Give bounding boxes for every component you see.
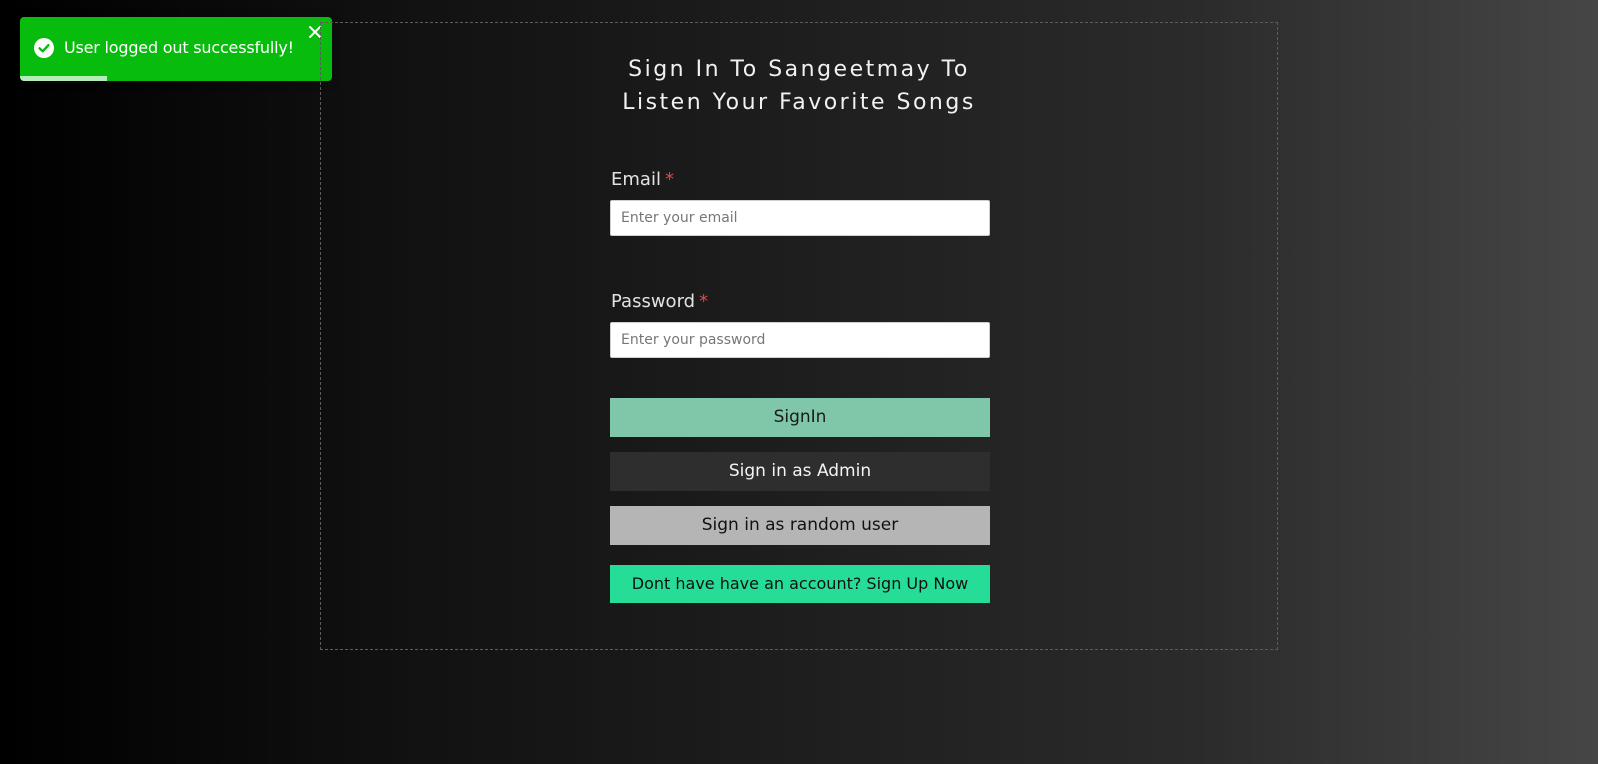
page-title-line-2: Listen Your Favorite Songs	[622, 90, 976, 115]
password-input[interactable]	[610, 322, 990, 358]
password-field-group: Password *	[610, 290, 990, 358]
check-circle-icon	[34, 38, 54, 58]
signup-button[interactable]: Dont have have an account? Sign Up Now	[610, 565, 990, 603]
email-required-mark: *	[664, 169, 674, 190]
signin-admin-button[interactable]: Sign in as Admin	[610, 452, 990, 491]
password-label-text: Password	[611, 291, 696, 312]
email-input[interactable]	[610, 200, 990, 236]
toast-progress-bar	[20, 76, 108, 81]
signin-card: Sign In To Sangeetmay To Listen Your Fav…	[320, 22, 1278, 650]
email-label: Email *	[611, 168, 990, 192]
page-title-line-1: Sign In To Sangeetmay To	[628, 57, 970, 82]
signin-button[interactable]: SignIn	[610, 398, 990, 437]
logout-toast: User logged out successfully!	[20, 17, 332, 81]
signin-random-user-button[interactable]: Sign in as random user	[610, 506, 990, 545]
email-label-text: Email	[611, 169, 661, 190]
password-required-mark: *	[699, 291, 709, 312]
password-label: Password *	[611, 290, 990, 314]
page-title: Sign In To Sangeetmay To Listen Your Fav…	[321, 53, 1277, 119]
email-field-group: Email *	[610, 168, 990, 236]
toast-message: User logged out successfully!	[64, 38, 294, 57]
signin-form: Email* Password* SignIn Sign in as Admin…	[610, 168, 990, 618]
